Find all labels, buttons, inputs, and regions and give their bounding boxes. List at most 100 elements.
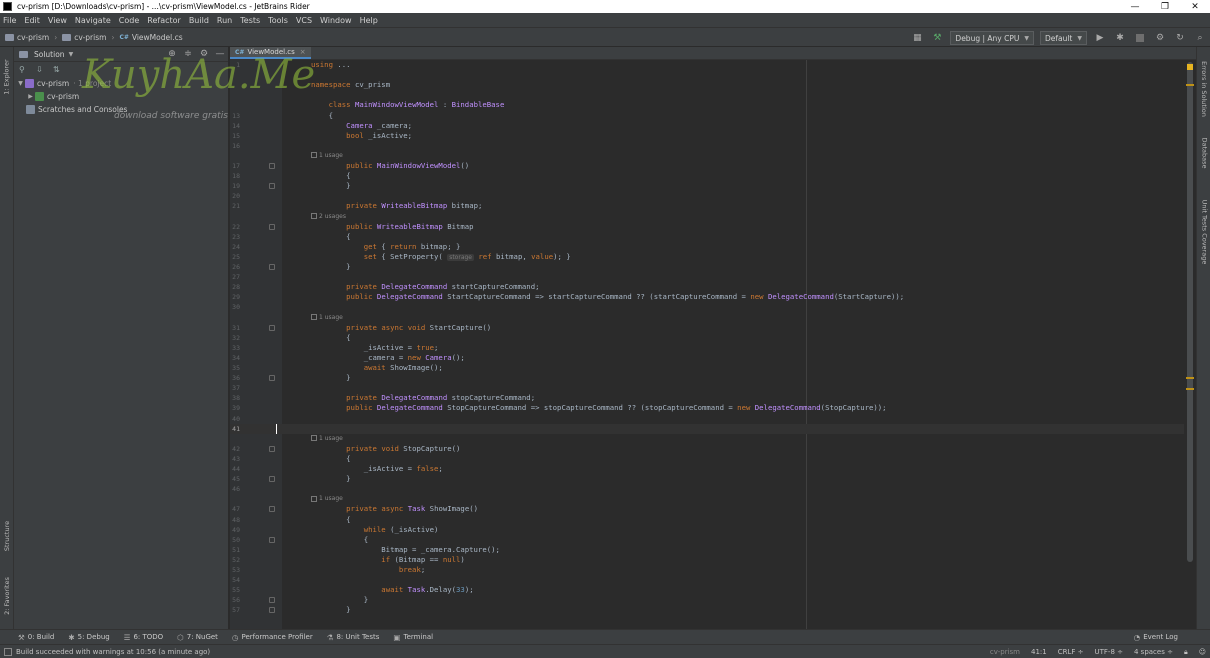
code-line[interactable]: 49 while (_isActive) bbox=[230, 525, 1192, 535]
code-line[interactable]: 57 } bbox=[230, 605, 1192, 615]
code-line[interactable]: 21 private WriteableBitmap bitmap; bbox=[230, 201, 1192, 211]
sync-icon[interactable]: ⇅ bbox=[53, 65, 70, 74]
menu-vcs[interactable]: VCS bbox=[296, 16, 312, 25]
toolwindow-todo[interactable]: ☰ 6: TODO bbox=[124, 633, 163, 642]
code-line[interactable]: 50 { bbox=[230, 535, 1192, 545]
toolwindow-nuget[interactable]: ⬡ 7: NuGet bbox=[177, 633, 218, 642]
debug-bug-icon[interactable]: ✱ bbox=[1114, 32, 1126, 44]
menu-view[interactable]: View bbox=[48, 16, 67, 25]
breadcrumb-project[interactable]: cv-prism › bbox=[62, 33, 114, 42]
chevron-down-icon[interactable]: ▼ bbox=[69, 51, 74, 58]
code-line[interactable]: 52 if (Bitmap == null) bbox=[230, 555, 1192, 565]
fold-marker-icon[interactable] bbox=[269, 264, 275, 270]
fold-marker-icon[interactable] bbox=[269, 506, 275, 513]
code-line[interactable]: 29 public DelegateCommand StartCaptureCo… bbox=[230, 292, 1192, 302]
vertical-scrollbar[interactable] bbox=[1184, 60, 1196, 629]
fold-marker-icon[interactable] bbox=[269, 607, 275, 614]
chevron-right-icon[interactable]: ▶ bbox=[26, 93, 35, 100]
menu-edit[interactable]: Edit bbox=[24, 16, 40, 25]
code-line[interactable]: 56 } bbox=[230, 595, 1192, 605]
code-line[interactable]: 40 bbox=[230, 414, 1192, 424]
tree-item-scratches[interactable]: Scratches and Consoles bbox=[14, 103, 228, 116]
run-config-select[interactable]: Default ▼ bbox=[1039, 31, 1087, 45]
tab-errors-in-solution[interactable]: Errors in Solution bbox=[1197, 59, 1210, 119]
project-context[interactable]: cv-prism bbox=[990, 648, 1020, 656]
code-line[interactable]: 53 break; bbox=[230, 565, 1192, 575]
usage-hint[interactable]: 1 usage bbox=[311, 313, 343, 323]
code-line[interactable]: 26 } bbox=[230, 262, 1192, 272]
warning-stripe[interactable] bbox=[1186, 84, 1194, 86]
code-line[interactable]: 1 using ... bbox=[230, 60, 1192, 70]
code-line[interactable]: 43 { bbox=[230, 454, 1192, 464]
layout-icon[interactable]: ▦ bbox=[911, 32, 923, 44]
vcs-icon[interactable]: ⚙ bbox=[1154, 32, 1166, 44]
build-hammer-icon[interactable]: ⚒ bbox=[931, 32, 943, 44]
code-line[interactable]: 46 bbox=[230, 484, 1192, 494]
usage-hint[interactable]: 2 usages bbox=[311, 212, 346, 222]
fold-marker-icon[interactable] bbox=[269, 597, 275, 604]
code-line[interactable]: 48 { bbox=[230, 515, 1192, 525]
code-line[interactable]: namespace cv_prism bbox=[230, 80, 1192, 90]
code-line[interactable]: 31 private async void StartCapture() bbox=[230, 323, 1192, 333]
stop-icon[interactable] bbox=[1134, 32, 1146, 44]
tab-viewmodel[interactable]: C# ViewModel.cs × bbox=[230, 47, 311, 59]
run-icon[interactable]: ▶ bbox=[1094, 32, 1106, 44]
fold-marker-icon[interactable] bbox=[269, 183, 275, 190]
tree-item-project[interactable]: ▶ cv-prism bbox=[14, 90, 228, 103]
hide-icon[interactable]: — bbox=[212, 49, 228, 59]
tab-unit-tests-coverage[interactable]: Unit Tests Coverage bbox=[1197, 192, 1210, 272]
lock-icon[interactable]: 🔒︎ bbox=[1184, 648, 1188, 657]
code-line[interactable]: 13 { bbox=[230, 111, 1192, 121]
breadcrumb-file[interactable]: C# ViewModel.cs bbox=[119, 33, 182, 42]
code-line[interactable]: 32 { bbox=[230, 333, 1192, 343]
code-line[interactable] bbox=[230, 70, 1192, 80]
show-all-files-icon[interactable]: ⇩ bbox=[36, 65, 53, 74]
code-line[interactable]: 17 public MainWindowViewModel() bbox=[230, 161, 1192, 171]
code-line[interactable]: 28 private DelegateCommand startCaptureC… bbox=[230, 282, 1192, 292]
update-icon[interactable]: ↻ bbox=[1174, 32, 1186, 44]
code-line[interactable]: 35 await ShowImage(); bbox=[230, 363, 1192, 373]
file-encoding[interactable]: UTF-8 ÷ bbox=[1095, 648, 1124, 656]
usage-hint[interactable]: 1 usage bbox=[311, 151, 343, 161]
filter-icon[interactable]: ⚲ bbox=[19, 65, 36, 74]
scrollbar-thumb[interactable] bbox=[1187, 62, 1193, 562]
code-line[interactable]: 14 Camera _camera; bbox=[230, 121, 1192, 131]
inspector-icon[interactable]: ☺ bbox=[1199, 648, 1206, 656]
fold-marker-icon[interactable] bbox=[269, 536, 275, 543]
search-icon[interactable]: ⌕ bbox=[1194, 32, 1206, 44]
menu-code[interactable]: Code bbox=[119, 16, 139, 25]
code-line[interactable]: 25 set { SetProperty( storage ref bitmap… bbox=[230, 252, 1192, 262]
code-line[interactable]: 38 private DelegateCommand stopCaptureCo… bbox=[230, 393, 1192, 403]
toolwindow-build[interactable]: ⚒ 0: Build bbox=[18, 633, 54, 642]
indent-setting[interactable]: 4 spaces ÷ bbox=[1134, 648, 1173, 656]
menu-navigate[interactable]: Navigate bbox=[75, 16, 111, 25]
code-line[interactable]: 36 } bbox=[230, 373, 1192, 383]
warning-stripe[interactable] bbox=[1186, 377, 1194, 379]
usage-hint[interactable]: 1 usage bbox=[311, 494, 343, 504]
menu-tools[interactable]: Tools bbox=[268, 16, 288, 25]
warning-stripe[interactable] bbox=[1186, 388, 1194, 390]
menu-build[interactable]: Build bbox=[189, 16, 209, 25]
usage-hint[interactable]: 1 usage bbox=[311, 434, 343, 444]
toolwindow-event-log[interactable]: ◔ Event Log bbox=[1134, 633, 1178, 642]
toolwindow-profiler[interactable]: ◷ Performance Profiler bbox=[232, 633, 313, 642]
caret-position[interactable]: 41:1 bbox=[1031, 648, 1047, 656]
code-line[interactable]: 45 } bbox=[230, 474, 1192, 484]
code-line[interactable]: 37 bbox=[230, 383, 1192, 393]
code-line[interactable]: 24 get { return bitmap; } bbox=[230, 242, 1192, 252]
code-area[interactable]: 1 using ... namespace cv_prism class MainW… bbox=[230, 60, 1196, 629]
minimize-button[interactable]: — bbox=[1120, 0, 1150, 13]
menu-window[interactable]: Window bbox=[320, 16, 352, 25]
code-line[interactable]: 16 bbox=[230, 141, 1192, 151]
code-line[interactable] bbox=[230, 90, 1192, 100]
code-line[interactable]: 23 { bbox=[230, 232, 1192, 242]
close-button[interactable]: ✕ bbox=[1180, 0, 1210, 13]
fold-marker-icon[interactable] bbox=[269, 324, 275, 331]
tab-explorer[interactable]: 1: Explorer bbox=[0, 52, 14, 102]
fold-marker-icon[interactable] bbox=[269, 476, 275, 483]
tab-database[interactable]: Database bbox=[1197, 135, 1210, 171]
menu-tests[interactable]: Tests bbox=[240, 16, 260, 25]
locate-icon[interactable]: ⊕ bbox=[164, 49, 180, 59]
fold-marker-icon[interactable] bbox=[269, 375, 275, 382]
code-line[interactable]: 27 bbox=[230, 272, 1192, 282]
